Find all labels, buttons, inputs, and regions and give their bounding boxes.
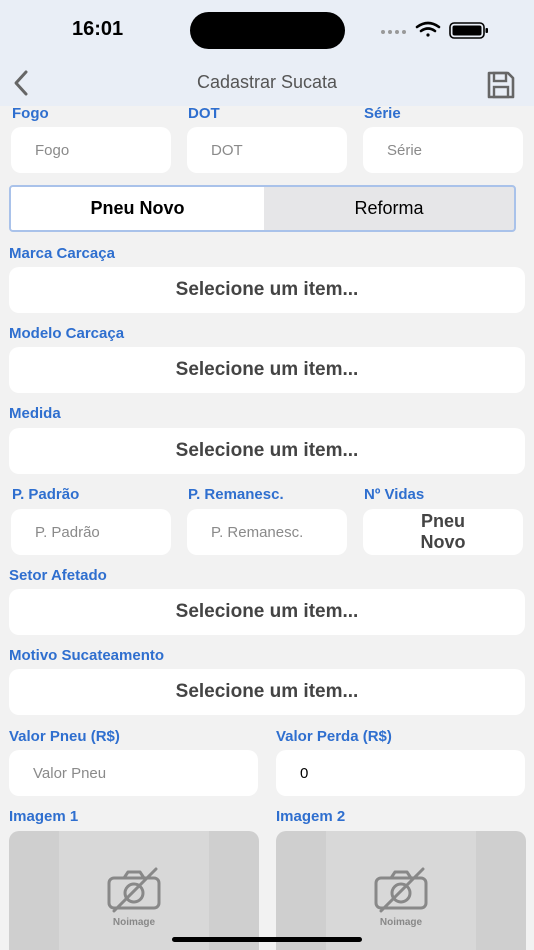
page-title: Cadastrar Sucata — [196, 72, 338, 92]
wifi-icon — [415, 21, 441, 37]
imagem2-picker[interactable]: Noimage — [276, 831, 526, 950]
setor-label: Setor Afetado — [9, 567, 107, 584]
remanesc-input[interactable]: P. Remanesc. — [187, 509, 347, 555]
imagem2-label: Imagem 2 — [276, 808, 346, 825]
tire-type-segmented-control: Pneu Novo Reforma — [9, 185, 516, 232]
signal-icon — [381, 30, 406, 34]
segment-pneu-novo[interactable]: Pneu Novo — [11, 187, 264, 230]
status-icons — [381, 21, 488, 39]
status-bar: 16:01 — [0, 0, 534, 60]
valor-pneu-label: Valor Pneu (R$) — [9, 728, 120, 745]
medida-select[interactable]: Selecione um item... — [9, 428, 525, 474]
medida-label: Medida — [9, 405, 61, 422]
save-icon[interactable] — [484, 68, 518, 102]
fogo-input[interactable]: Fogo — [11, 127, 171, 173]
dot-label: DOT — [188, 105, 220, 122]
modelo-select[interactable]: Selecione um item... — [9, 347, 525, 393]
motivo-select[interactable]: Selecione um item... — [9, 669, 525, 715]
vidas-label: Nº Vidas — [364, 486, 425, 503]
marca-select[interactable]: Selecione um item... — [9, 267, 525, 313]
valor-perda-label: Valor Perda (R$) — [276, 728, 392, 745]
serie-label: Série — [364, 105, 401, 122]
fogo-label: Fogo — [12, 105, 49, 122]
noimage-text: Noimage — [379, 917, 423, 928]
padrao-label: P. Padrão — [12, 486, 80, 503]
noimage-text: Noimage — [112, 917, 156, 928]
dot-input[interactable]: DOT — [187, 127, 347, 173]
marca-label: Marca Carcaça — [9, 245, 115, 262]
modelo-label: Modelo Carcaça — [9, 325, 125, 342]
segment-reforma[interactable]: Reforma — [264, 187, 514, 230]
valor-pneu-input[interactable]: Valor Pneu — [9, 750, 258, 796]
no-camera-icon — [374, 867, 428, 913]
status-time: 16:01 — [72, 18, 124, 40]
navigation-bar: Cadastrar Sucata — [0, 60, 534, 106]
serie-input[interactable]: Série — [363, 127, 523, 173]
no-camera-icon — [107, 867, 161, 913]
remanesc-label: P. Remanesc. — [188, 486, 284, 503]
motivo-label: Motivo Sucateamento — [9, 647, 165, 664]
imagem1-label: Imagem 1 — [9, 808, 79, 825]
battery-icon — [449, 22, 488, 39]
valor-perda-input[interactable]: 0 — [276, 750, 525, 796]
imagem1-picker[interactable]: Noimage — [9, 831, 259, 950]
setor-select[interactable]: Selecione um item... — [9, 589, 525, 635]
vidas-field[interactable]: Pneu Novo — [363, 509, 523, 555]
home-indicator[interactable] — [172, 937, 362, 942]
dynamic-island — [190, 12, 345, 49]
padrao-input[interactable]: P. Padrão — [11, 509, 171, 555]
